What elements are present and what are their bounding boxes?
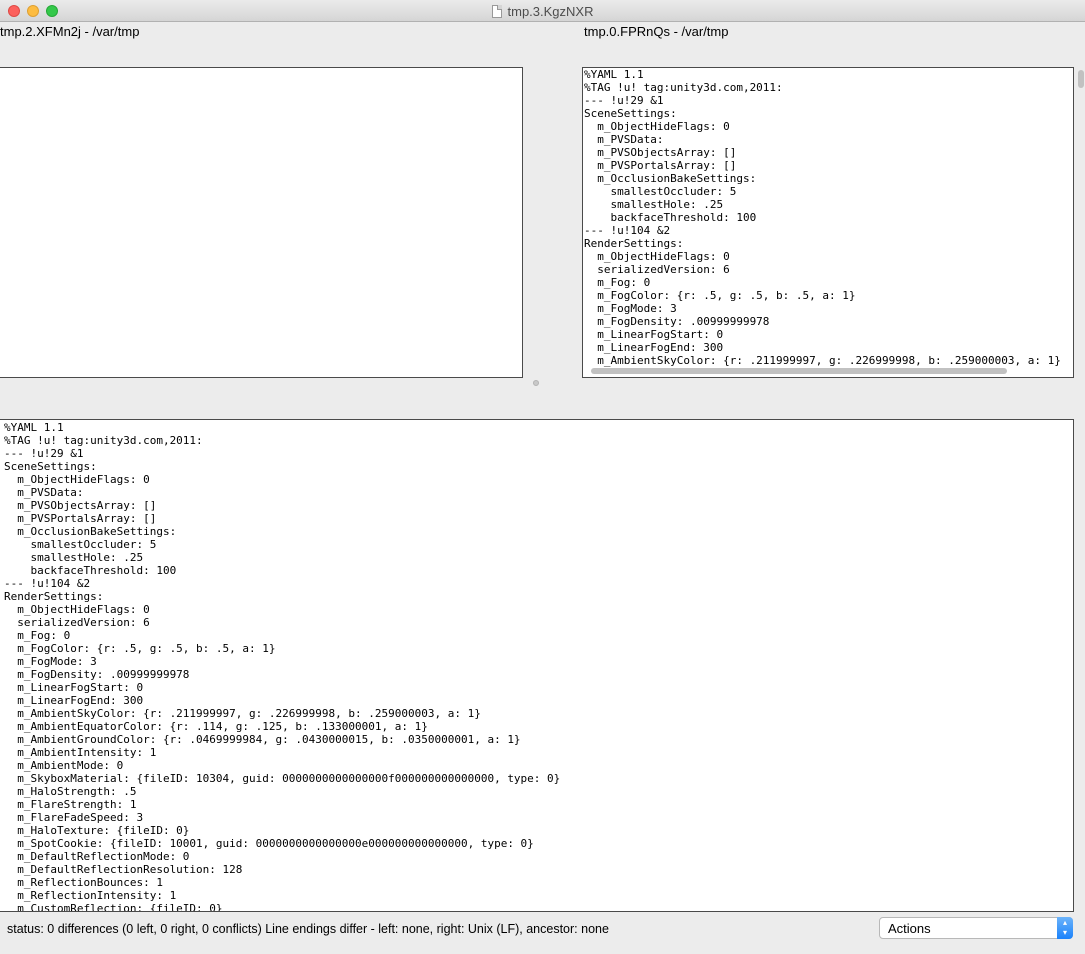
code-line: smallestHole: .25 [584,198,724,211]
code-line: m_OcclusionBakeSettings: [4,525,177,538]
code-line: m_AmbientEquatorColor: {r: .114, g: .125… [4,720,428,733]
code-line: serializedVersion: 6 [584,263,730,276]
code-line: m_ObjectHideFlags: 0 [584,250,730,263]
code-line: m_FogDensity: .00999999978 [4,668,190,681]
code-line: --- !u!104 &2 [4,577,91,590]
code-line: m_FogMode: 3 [584,302,677,315]
code-line: SceneSettings: [584,107,677,120]
ancestor-code-view: %YAML 1.1 %TAG !u! tag:unity3d.com,2011: -… [4,421,561,912]
actions-dropdown[interactable]: Actions ▴ ▾ [879,917,1073,939]
code-line: m_SkyboxMaterial: {fileID: 10304, guid: … [4,772,561,785]
code-line: m_Fog: 0 [584,276,651,289]
code-line: m_PVSData: [4,486,84,499]
code-line: m_Fog: 0 [4,629,71,642]
right-text-pane[interactable]: %YAML 1.1 %TAG !u! tag:unity3d.com,2011: -… [582,67,1074,378]
right-horizontal-scrollbar[interactable] [591,368,1007,374]
code-line: m_FlareStrength: 1 [4,798,137,811]
code-line: m_PVSData: [584,133,664,146]
code-line: m_PVSPortalsArray: [] [4,512,157,525]
document-icon [491,4,502,18]
code-line: m_HaloTexture: {fileID: 0} [4,824,190,837]
left-text-pane[interactable] [0,67,523,378]
code-line: m_CustomReflection: {fileID: 0} [4,902,223,912]
code-line: backfaceThreshold: 100 [584,211,757,224]
code-line: %TAG !u! tag:unity3d.com,2011: [4,434,203,447]
code-line: m_SpotCookie: {fileID: 10001, guid: 0000… [4,837,534,850]
actions-dropdown-value: Actions [888,921,931,936]
code-line: --- !u!104 &2 [584,224,671,237]
code-line: m_LinearFogEnd: 300 [4,694,144,707]
code-line: backfaceThreshold: 100 [4,564,177,577]
splitter-handle[interactable] [533,380,539,386]
code-line: %YAML 1.1 [584,68,644,81]
title-bar: tmp.3.KgzNXR [0,0,1085,22]
right-pane-label: tmp.0.FPRnQs - /var/tmp [584,24,729,39]
status-text: status: 0 differences (0 left, 0 right, … [7,922,609,936]
code-line: RenderSettings: [584,237,684,250]
code-line: --- !u!29 &1 [4,447,84,460]
code-line: m_LinearFogStart: 0 [4,681,144,694]
right-vertical-scrollbar[interactable] [1077,68,1085,378]
code-line: m_FogMode: 3 [4,655,97,668]
code-line: m_ObjectHideFlags: 0 [4,473,150,486]
code-line: m_DefaultReflectionResolution: 128 [4,863,243,876]
code-line: m_ReflectionIntensity: 1 [4,889,177,902]
code-line: %YAML 1.1 [4,421,64,434]
code-line: m_AmbientGroundColor: {r: .0469999984, g… [4,733,521,746]
code-line: m_OcclusionBakeSettings: [584,172,757,185]
code-line: m_PVSObjectsArray: [] [4,499,157,512]
code-line: %TAG !u! tag:unity3d.com,2011: [584,81,783,94]
code-line: SceneSettings: [4,460,97,473]
window-title: tmp.3.KgzNXR [507,3,594,19]
title-group: tmp.3.KgzNXR [0,0,1085,22]
chevron-updown-icon[interactable]: ▴ ▾ [1057,917,1073,939]
code-line: m_FlareFadeSpeed: 3 [4,811,144,824]
code-line: m_AmbientMode: 0 [4,759,124,772]
ancestor-text-pane[interactable]: %YAML 1.1 %TAG !u! tag:unity3d.com,2011: -… [0,419,1074,912]
code-line: smallestHole: .25 [4,551,144,564]
code-line: m_FogColor: {r: .5, g: .5, b: .5, a: 1} [584,289,856,302]
code-line: m_HaloStrength: .5 [4,785,137,798]
code-line: m_FogDensity: .00999999978 [584,315,770,328]
right-vertical-scroll-thumb[interactable] [1078,70,1084,88]
right-code-view: %YAML 1.1 %TAG !u! tag:unity3d.com,2011: -… [584,68,1061,367]
code-line: m_AmbientSkyColor: {r: .211999997, g: .2… [584,354,1061,367]
code-line: m_LinearFogEnd: 300 [584,341,724,354]
code-line: m_PVSPortalsArray: [] [584,159,737,172]
code-line: smallestOccluder: 5 [584,185,737,198]
code-line: m_FogColor: {r: .5, g: .5, b: .5, a: 1} [4,642,276,655]
left-pane-label: tmp.2.XFMn2j - /var/tmp [0,24,140,39]
code-line: m_LinearFogStart: 0 [584,328,724,341]
code-line: RenderSettings: [4,590,104,603]
code-line: --- !u!29 &1 [584,94,664,107]
code-line: m_PVSObjectsArray: [] [584,146,737,159]
code-line: m_ReflectionBounces: 1 [4,876,163,889]
code-line: serializedVersion: 6 [4,616,150,629]
code-line: m_AmbientSkyColor: {r: .211999997, g: .2… [4,707,481,720]
code-line: smallestOccluder: 5 [4,538,157,551]
code-line: m_ObjectHideFlags: 0 [4,603,150,616]
code-line: m_DefaultReflectionMode: 0 [4,850,190,863]
code-line: m_AmbientIntensity: 1 [4,746,157,759]
code-line: m_ObjectHideFlags: 0 [584,120,730,133]
